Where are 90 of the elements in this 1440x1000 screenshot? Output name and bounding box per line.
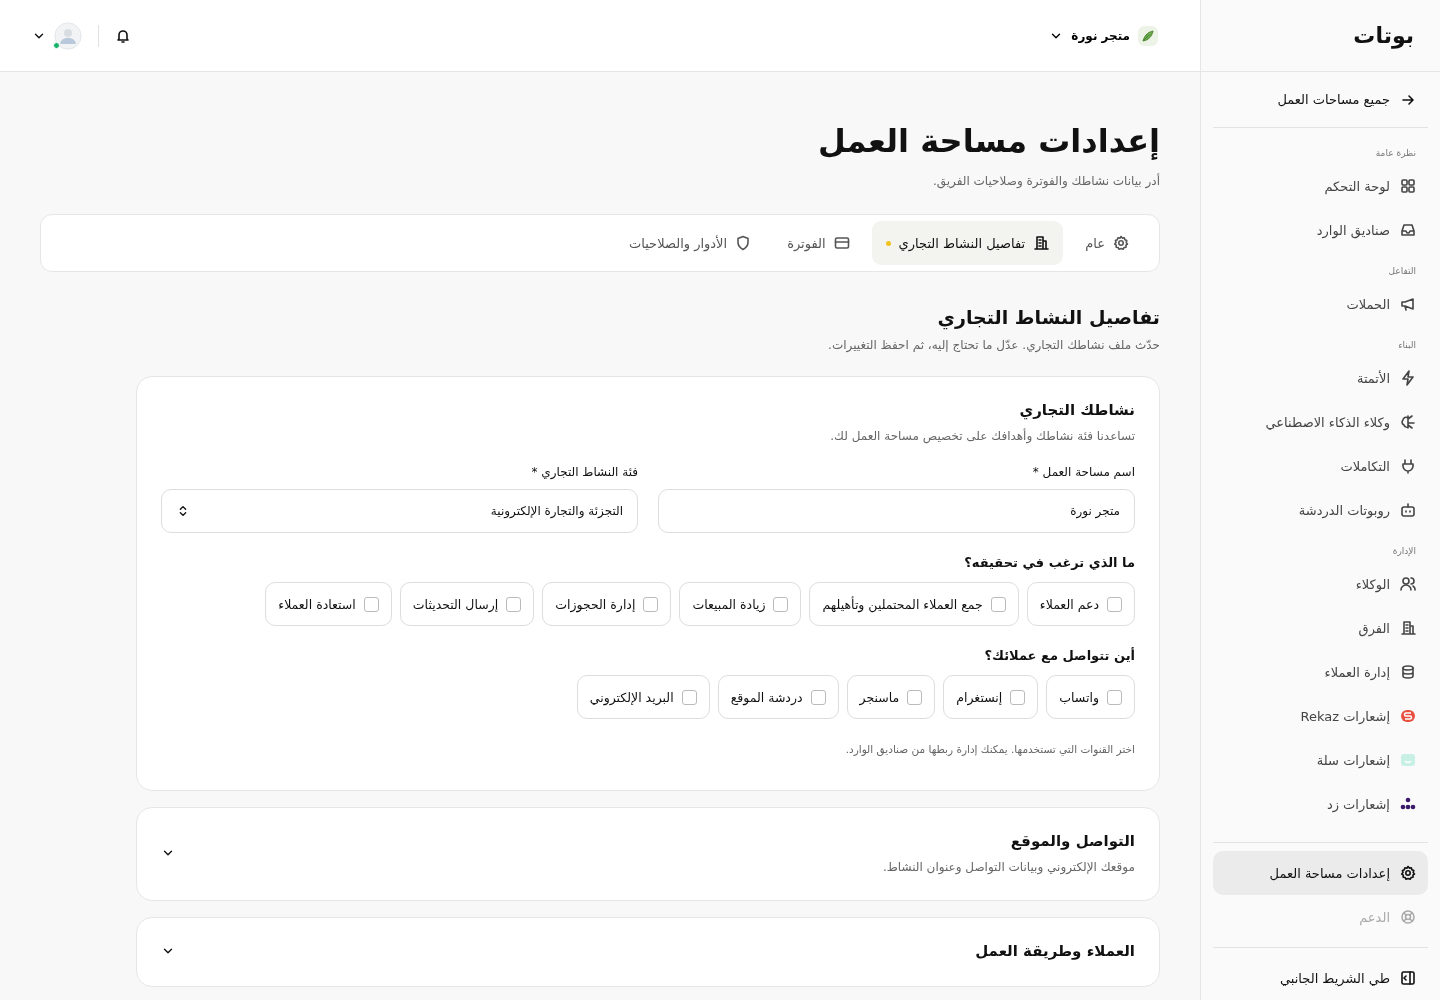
card-title: التواصل والموقع [1009, 831, 1135, 850]
checkbox-option[interactable]: البريد الإلكتروني [576, 675, 710, 719]
sidebar-item[interactable]: التكاملات [1213, 444, 1428, 488]
avatar-icon [54, 21, 82, 50]
plug-icon [1400, 458, 1416, 474]
question-label: ما الذي ترغب في تحقيقه؟ [963, 555, 1135, 570]
checkbox[interactable] [773, 596, 789, 612]
checkbox-option[interactable]: زيادة المبيعات [679, 582, 802, 626]
back-link[interactable]: جميع مساحات العمل [1213, 72, 1428, 128]
field-label: فئة النشاط التجاري * [530, 465, 638, 479]
bell-icon [115, 27, 131, 44]
sidebar-item[interactable]: إشعارات زد [1213, 782, 1428, 826]
sidebar-item[interactable]: الأتمتة [1213, 356, 1428, 400]
sidebar-item[interactable]: إشعارات سلة [1213, 738, 1428, 782]
checkbox[interactable] [1107, 689, 1122, 705]
building-icon [1033, 235, 1050, 251]
sidebar-item[interactable]: صناديق الوارد [1213, 208, 1428, 252]
logo-icon [1400, 708, 1416, 724]
checkbox[interactable] [1107, 596, 1122, 612]
inbox-icon [1400, 222, 1416, 238]
checkbox-option[interactable]: جمع العملاء المحتملين وتأهيلهم [809, 582, 1019, 626]
checkbox[interactable] [1010, 689, 1026, 705]
checkbox-option[interactable]: ماسنجر [846, 675, 936, 719]
building-icon [1400, 620, 1416, 636]
grid-icon [1400, 178, 1416, 194]
logo: بوتات [1353, 23, 1414, 48]
sidebar-item[interactable]: لوحة التحكم [1213, 164, 1428, 208]
database-icon [1400, 664, 1416, 680]
page-subtitle: أدر بيانات نشاطك والفوترة وصلاحيات الفريق. [931, 174, 1160, 188]
logo-icon [1400, 752, 1416, 768]
settings-icon [1400, 865, 1416, 881]
checkbox[interactable] [681, 689, 697, 705]
shield-icon [735, 235, 752, 251]
checkbox[interactable] [363, 596, 379, 612]
sidebar-item[interactable]: إدارة العملاء [1213, 650, 1428, 694]
card-title: العملاء وطريقة العمل [975, 941, 1135, 960]
checkbox-option[interactable]: إرسال التحديثات [399, 582, 535, 626]
checkbox[interactable] [506, 596, 522, 612]
collapse-sidebar-button[interactable]: طي الشريط الجانبي [1213, 956, 1428, 1000]
leaf-icon [1138, 25, 1158, 46]
credit-card-icon [833, 235, 850, 251]
card-subtitle: تساعدنا فئة نشاطك وأهدافك على تخصيص مساحة العمل لك. [829, 429, 1135, 443]
card-subtitle: موقعك الإلكتروني وبيانات التواصل وعنوان النشاط. [882, 859, 1135, 874]
sidebar-item[interactable]: إشعارات Rekaz [1213, 694, 1428, 738]
checkbox[interactable] [810, 689, 826, 705]
tab[interactable]: الفوترة [773, 221, 864, 265]
input-field[interactable]: متجر نورة [658, 489, 1135, 533]
tab[interactable]: تفاصيل النشاط التجاري [871, 221, 1064, 265]
checkbox[interactable] [643, 596, 659, 612]
sidebar-collapse-icon [1400, 970, 1416, 986]
collapsible-section[interactable]: التواصل والموقع موقعك الإلكتروني وبيانات التواصل وعنوان النشاط. [136, 806, 1160, 901]
store-switcher[interactable]: متجر نورة [1045, 21, 1162, 50]
lightning-icon [1400, 370, 1416, 386]
users-icon [1400, 576, 1416, 592]
section-subtitle: حدّث ملف نشاطك التجاري. عدّل ما تحتاج إليه، ثم احفظ التغييرات. [827, 338, 1160, 352]
question-label: أين تتواصل مع عملائك؟ [983, 648, 1135, 663]
robot-icon [1400, 502, 1416, 518]
sidebar-item[interactable]: روبوتات الدردشة [1213, 488, 1428, 532]
tab[interactable]: الأدوار والصلاحيات [615, 221, 766, 265]
field-label: اسم مساحة العمل * [1031, 465, 1135, 479]
megaphone-icon [1400, 296, 1416, 312]
checkbox[interactable] [907, 689, 923, 705]
card-title: نشاطك التجاري [1018, 401, 1135, 419]
checkbox-option[interactable]: دردشة الموقع [717, 675, 839, 719]
logo-icon [1400, 796, 1416, 812]
checkbox-option[interactable]: استعادة العملاء [265, 582, 392, 626]
sidebar-item[interactable]: الحملات [1213, 282, 1428, 326]
checkbox-option[interactable]: إدارة الحجوزات [542, 582, 672, 626]
lifebuoy-icon [1400, 909, 1416, 925]
tab[interactable]: عام [1071, 221, 1143, 265]
section-heading: البناء [1397, 339, 1417, 352]
section-title: تفاصيل النشاط التجاري [936, 306, 1160, 328]
page-title: إعدادات مساحة العمل [816, 122, 1160, 160]
section-heading: التفاعل [1387, 265, 1417, 278]
select-field[interactable]: التجزئة والتجارة الإلكترونية [161, 489, 638, 533]
brain-icon [1400, 414, 1416, 430]
sidebar-item[interactable]: وكلاء الذكاء الاصطناعي [1213, 400, 1428, 444]
settings-icon [1113, 235, 1129, 251]
section-heading: نظرة عامة [1374, 147, 1417, 160]
collapsible-section[interactable]: العملاء وطريقة العمل [136, 916, 1160, 987]
section-heading: الإدارة [1391, 545, 1417, 558]
checkbox-option[interactable]: واتساب [1046, 675, 1135, 719]
checkbox-option[interactable]: إنستغرام [943, 675, 1039, 719]
checkbox[interactable] [990, 596, 1006, 612]
sidebar-item[interactable]: إعدادات مساحة العمل [1213, 851, 1428, 895]
sidebar-item[interactable]: الفرق [1213, 606, 1428, 650]
user-menu[interactable] [32, 21, 82, 50]
hint-text: اختر القنوات التي تستخدمها. يمكنك إدارة ربطها من صناديق الوارد. [844, 743, 1135, 755]
sidebar-item[interactable]: الوكلاء [1213, 562, 1428, 606]
checkbox-option[interactable]: دعم العملاء [1026, 582, 1135, 626]
